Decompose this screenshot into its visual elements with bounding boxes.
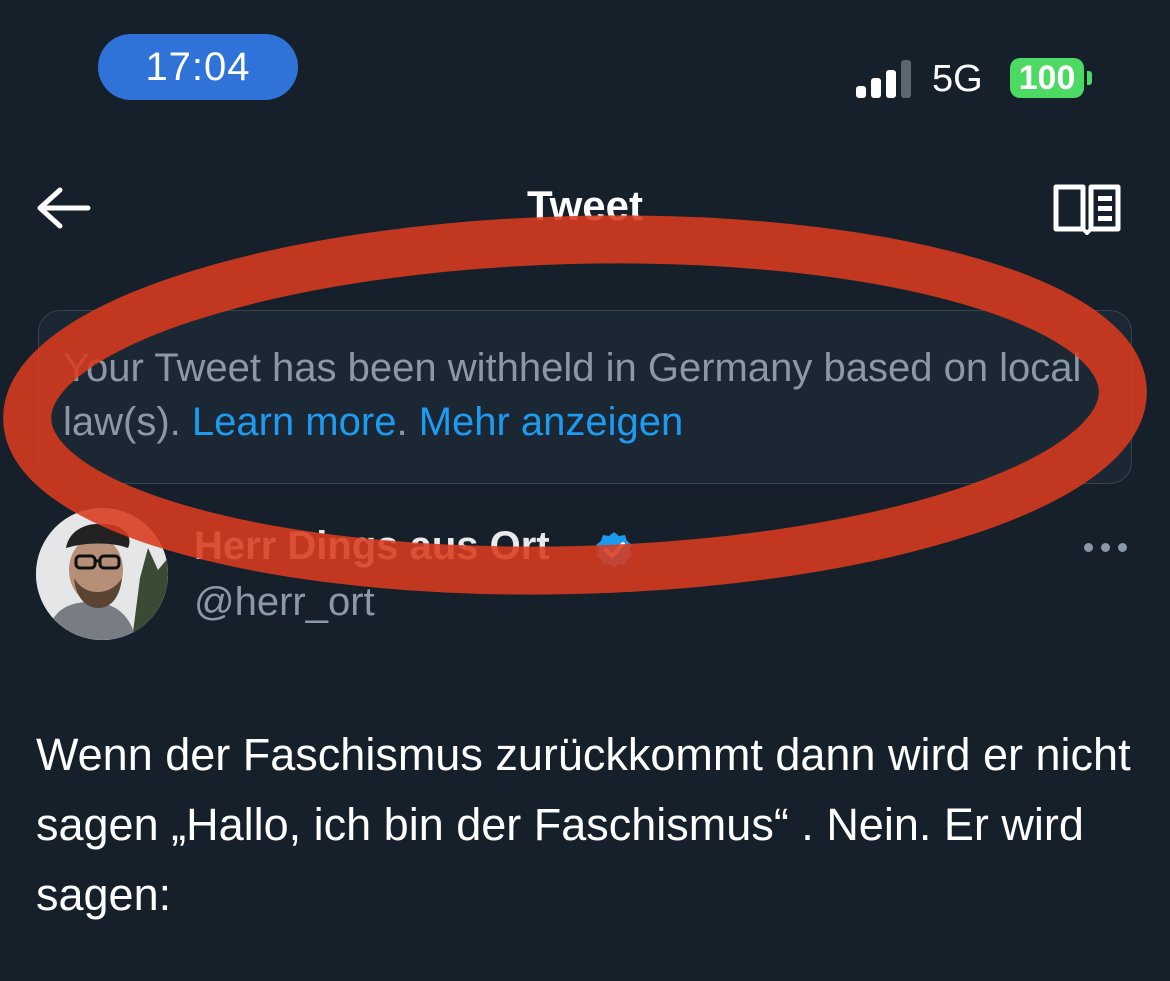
verified-badge-icon [594, 530, 634, 570]
tweet-text: Wenn der Faschismus zurückkommt dann wir… [36, 729, 1131, 920]
signal-strength-icon [856, 60, 914, 98]
show-more-link[interactable]: Mehr anzeigen [419, 400, 684, 444]
battery-level: 100 [1010, 58, 1084, 98]
battery-tip [1087, 71, 1092, 85]
notice-period: . [396, 400, 419, 444]
author-name[interactable]: Herr Dings aus Ort [194, 524, 550, 569]
withheld-notice-text: Your Tweet has been withheld in Germany … [63, 341, 1123, 449]
author-handle[interactable]: @herr_ort [194, 580, 375, 625]
avatar[interactable] [36, 508, 168, 640]
page-title: Tweet [527, 182, 643, 229]
reader-mode-icon[interactable] [1052, 183, 1122, 236]
learn-more-link[interactable]: Learn more [192, 400, 397, 444]
more-options-icon[interactable] [1082, 538, 1130, 556]
network-type: 5G [932, 58, 983, 100]
status-time: 17:04 [98, 34, 298, 100]
withheld-notice: Your Tweet has been withheld in Germany … [38, 310, 1132, 484]
